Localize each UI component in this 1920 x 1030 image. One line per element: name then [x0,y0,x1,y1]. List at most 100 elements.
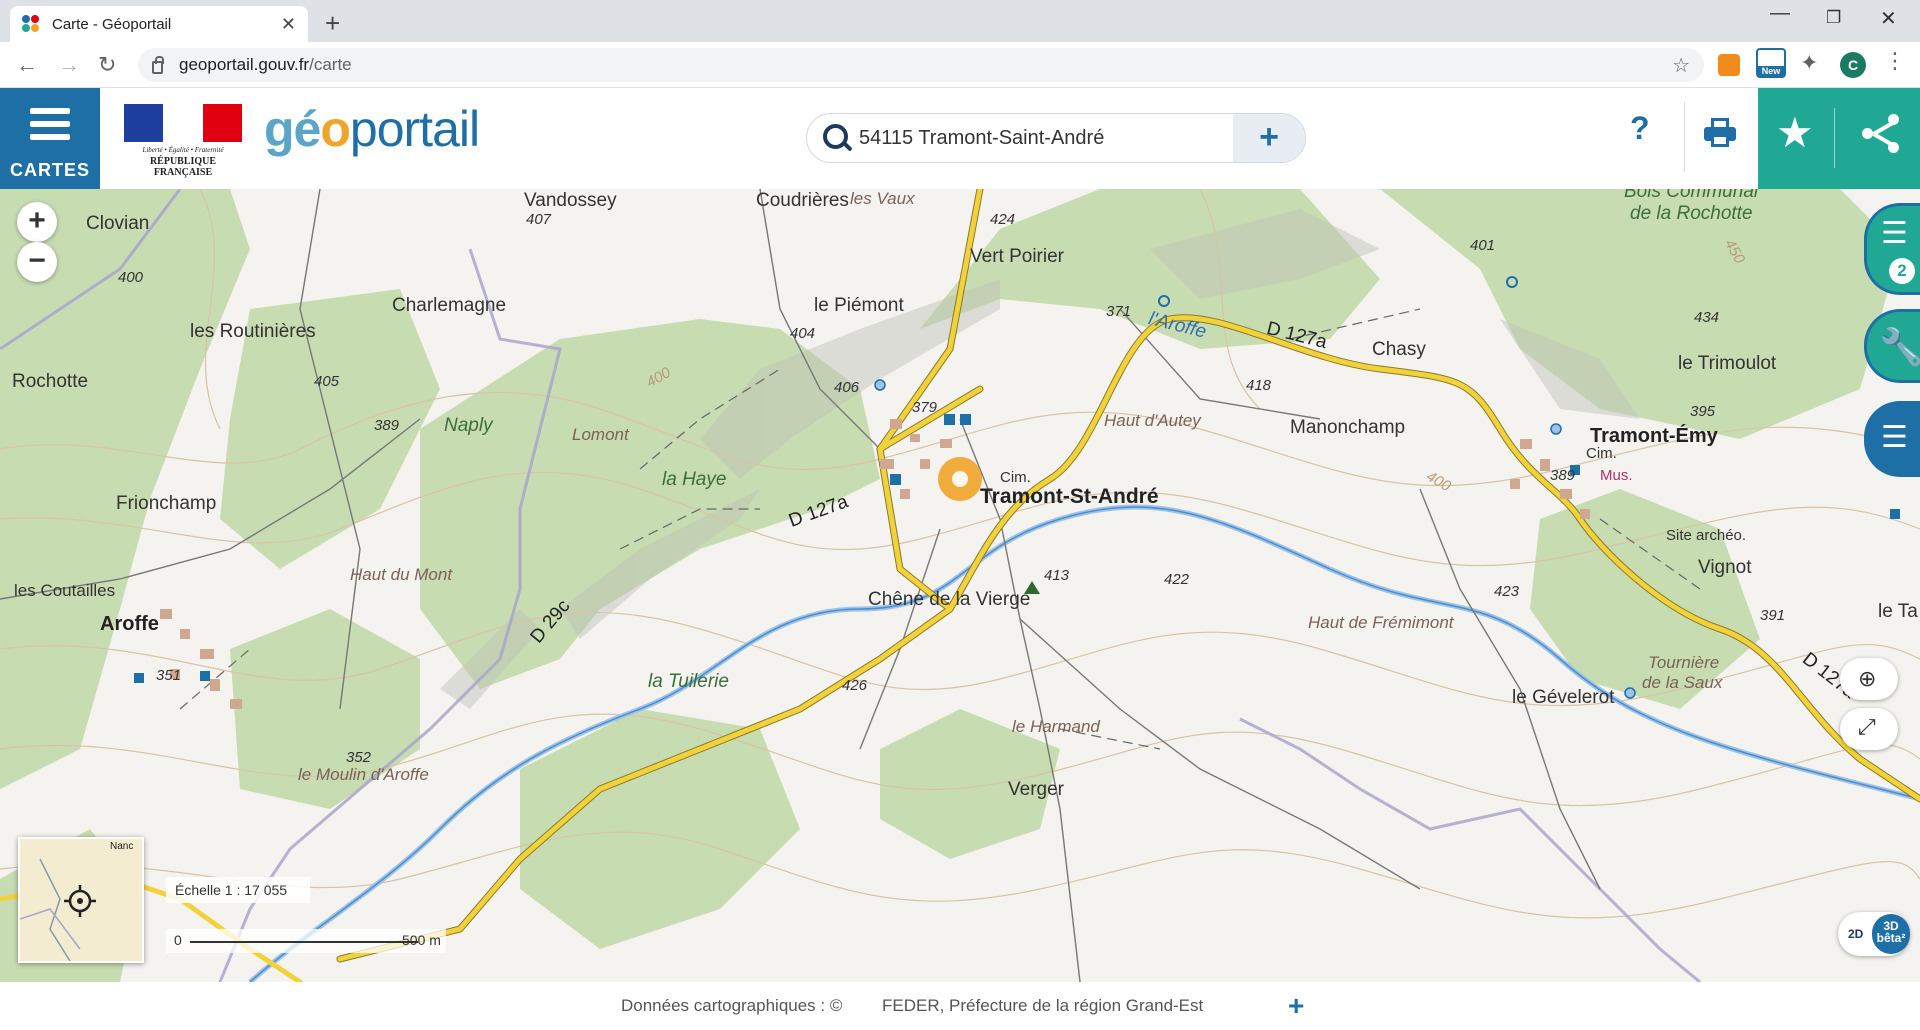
map-label-altitude: 423 [1494,583,1520,600]
scale-line [190,941,418,943]
map-label-altitude: 400 [118,269,144,286]
map-label-altitude: 424 [990,211,1016,228]
url-field[interactable]: geoportail.gouv.fr /carte ☆ [138,48,1704,82]
map-label-poi: Cim. [1586,445,1617,462]
map-label-altitude: 389 [1550,467,1576,484]
overview-label: Nanc [110,841,134,852]
map-label-feature: la Tuilerie [648,671,729,692]
fullscreen-button[interactable]: ⤢ [1840,708,1898,750]
extension-new-icon[interactable]: New [1756,48,1786,78]
fullscreen-icon: ⤢ [1858,714,1876,739]
map-label-altitude: 418 [1246,377,1272,394]
map-label-town: Tramont-St-André [980,485,1159,508]
map-label-altitude: 389 [374,417,400,434]
help-button[interactable]: ? [1630,110,1650,147]
map-label-altitude: 434 [1694,309,1720,326]
map-label-place: Charlemagne [392,295,507,316]
map-label-place: le Ta [1878,601,1918,622]
3d-button[interactable]: 3D bêta² [1872,914,1910,954]
back-arrow-icon[interactable]: ← [16,52,38,78]
window-close-icon[interactable]: ✕ [1880,6,1897,31]
map-label-poi: Mus. [1600,467,1633,484]
map-label-place: le Trimoulot [1678,353,1777,374]
search-icon[interactable] [813,115,859,161]
map-label-feature: Tournière [1648,653,1720,672]
zoom-out-button[interactable]: − [17,242,57,282]
extensions-puzzle-icon[interactable]: ✦ [1800,50,1826,76]
map-label-feature: Haut du Mont [350,565,453,584]
map-label-place: Naply [444,415,493,436]
restore-icon[interactable]: ❐ [1826,8,1841,28]
advanced-search-button[interactable]: + [1233,114,1305,162]
map-label-altitude: 405 [314,373,340,390]
close-tab-icon[interactable]: ✕ [281,14,296,35]
browser-tab[interactable]: Carte - Géoportail ✕ [10,6,308,42]
map-label-place: Clovian [86,213,150,234]
forward-arrow-icon[interactable]: → [58,52,80,78]
map-label-town: Aroffe [100,613,159,635]
map-label-place: le Piémont [814,295,904,316]
list-icon: ☰ [1881,421,1908,454]
map-label-place: Vert Poirier [970,246,1064,267]
scale-end: 500 m [402,932,441,948]
map-label-altitude: 426 [842,677,868,694]
url-path: /carte [309,55,352,74]
map-label-feature: le Harmand [1012,717,1100,736]
map-label-feature: de la Saux [1642,673,1723,692]
attribution-bar: Données cartographiques : © FEDER, Préfe… [0,982,1920,1030]
zoom-in-button[interactable]: + [17,202,57,242]
map-label-place: Manonchamp [1290,417,1406,438]
map-label-feature: le Moulin d'Aroffe [298,765,429,784]
search-input[interactable]: 54115 Tramont-Saint-André [859,127,1233,150]
map-label-feature: la Haye [662,469,727,490]
map-label-altitude: 379 [912,399,938,416]
scale-start: 0 [174,932,182,948]
map-label-poi: Cim. [1000,469,1031,486]
map-label-altitude: 404 [790,325,816,342]
minor-roads [0,189,1601,982]
map-label-place: de la Rochotte [1630,203,1753,224]
map-label-altitude: 406 [834,379,860,396]
profile-avatar[interactable]: C [1840,52,1866,78]
map-label-altitude: 401 [1470,237,1496,254]
map-label-feature: Haut de Frémimont [1308,613,1454,632]
search-box: 54115 Tramont-Saint-André + [806,113,1306,163]
location-marker [938,457,982,501]
map-label-altitude: 351 [156,667,182,684]
cartes-menu-button[interactable]: CARTES [0,88,100,189]
reload-icon[interactable]: ↻ [98,52,116,78]
favorites-star-icon[interactable]: ★ [1776,108,1814,157]
overview-map[interactable]: Nanc [18,837,144,963]
geolocate-button[interactable]: ⊕ [1840,658,1898,700]
2d-label[interactable]: 2D [1848,927,1863,941]
geoportail-logo[interactable]: géoportail [264,100,480,158]
rf-name: RÉPUBLIQUE FRANÇAISE [149,156,217,178]
extension-new-label: New [1758,66,1784,76]
url-host: geoportail.gouv.fr [179,55,310,74]
map-label-place: les Routinières [190,321,316,342]
minimize-icon[interactable]: — [1770,2,1790,25]
new-tab-button[interactable]: + [325,8,340,39]
scale-bar: 0 500 m [166,929,446,953]
share-icon[interactable] [1862,114,1902,154]
2d-3d-toggle[interactable]: 2D 3D bêta² [1838,912,1910,956]
map-label-place: Verger [1008,779,1064,800]
print-icon[interactable] [1704,118,1736,148]
map-label-altitude: 422 [1164,571,1190,588]
attribution-more-button[interactable]: + [1288,990,1304,1022]
header-actions: ★ [1758,88,1920,189]
cartes-label: CARTES [9,160,90,180]
map-label-altitude: 371 [1106,303,1132,320]
map-viewport[interactable]: Vandossey Coudrières Clovian Vert Poirie… [0,189,1920,982]
republique-francaise-logo: Liberté • Égalité • Fraternité RÉPUBLIQU… [124,104,242,178]
chrome-menu-icon[interactable]: ⋮ [1884,48,1906,74]
bookmark-star-icon[interactable]: ☆ [1672,53,1690,78]
header-divider [1684,102,1685,172]
scale-text: Échelle 1 : 17 055 [166,877,310,903]
geoportail-favicon [22,15,40,33]
layers-tab[interactable]: ☰ 2 [1864,203,1920,295]
map-label-place: Chasy [1372,339,1426,360]
geoportail-header: CARTES Liberté • Égalité • Fraternité RÉ… [0,88,1920,189]
crosshair-icon: ⊕ [1858,666,1877,691]
extension-shopping-icon[interactable] [1718,54,1740,76]
